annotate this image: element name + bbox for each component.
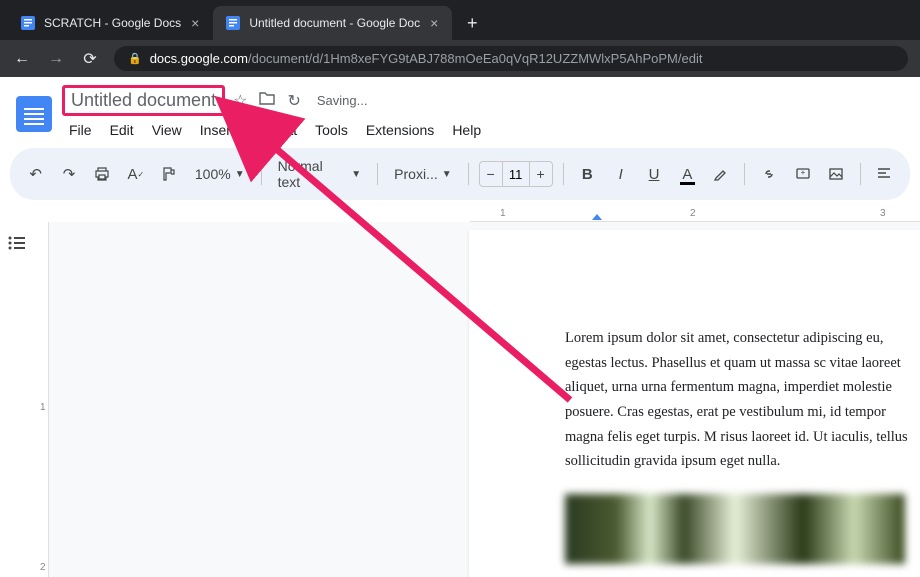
docs-favicon — [20, 15, 36, 31]
highlight-button[interactable] — [707, 160, 734, 188]
underline-button[interactable]: U — [640, 160, 667, 188]
ruler-tick: 2 — [690, 208, 696, 219]
url-input[interactable]: 🔒 docs.google.com/document/d/1Hm8xeFYG9t… — [114, 46, 908, 71]
saving-label: Saving... — [317, 93, 368, 108]
separator — [261, 163, 262, 185]
menu-tools[interactable]: Tools — [308, 118, 355, 142]
docs-logo[interactable] — [16, 96, 52, 132]
menu-extensions[interactable]: Extensions — [359, 118, 441, 142]
cloud-status-icon[interactable]: ↻ — [287, 91, 300, 111]
text-color-button[interactable]: A — [674, 160, 701, 188]
bold-button[interactable]: B — [574, 160, 601, 188]
zoom-select[interactable]: 100%▼ — [189, 162, 251, 186]
insert-image-button[interactable] — [822, 160, 849, 188]
forward-button[interactable]: → — [46, 50, 66, 68]
tab-title: SCRATCH - Google Docs — [44, 16, 181, 30]
back-button[interactable]: ← — [12, 50, 32, 68]
paint-format-button[interactable] — [156, 160, 183, 188]
docs-header: Untitled document ☆ ↻ Saving... File Edi… — [0, 77, 920, 142]
indent-marker[interactable] — [592, 214, 602, 220]
horizontal-ruler[interactable]: 1 2 3 — [470, 206, 920, 222]
font-size-group: − 11 + — [479, 161, 553, 187]
star-icon[interactable]: ☆ — [233, 91, 247, 111]
print-button[interactable] — [89, 160, 116, 188]
canvas[interactable]: 1 2 Lorem ipsum dolor sit amet, consecte… — [36, 222, 920, 577]
vertical-ruler[interactable]: 1 2 — [36, 222, 49, 577]
new-tab-button[interactable]: + — [458, 9, 486, 37]
lock-icon: 🔒 — [128, 52, 142, 65]
separator — [468, 163, 469, 185]
font-size-decrease[interactable]: − — [480, 162, 502, 186]
move-icon[interactable] — [259, 91, 275, 110]
spellcheck-button[interactable]: A✓ — [122, 160, 149, 188]
separator — [377, 163, 378, 185]
menu-edit[interactable]: Edit — [103, 118, 141, 142]
menu-view[interactable]: View — [145, 118, 189, 142]
url-host: docs.google.com — [150, 51, 248, 66]
separator — [744, 163, 745, 185]
chevron-down-icon: ▼ — [351, 169, 361, 180]
svg-text:+: + — [800, 168, 805, 177]
browser-chrome: SCRATCH - Google Docs × Untitled documen… — [0, 0, 920, 77]
font-size-input[interactable]: 11 — [502, 162, 530, 186]
tab-scratch[interactable]: SCRATCH - Google Docs × — [8, 6, 213, 40]
ruler-tick: 1 — [40, 402, 46, 413]
document-page[interactable]: Lorem ipsum dolor sit amet, consectetur … — [469, 230, 920, 577]
menu-help[interactable]: Help — [445, 118, 488, 142]
ruler-tick: 2 — [40, 562, 46, 573]
ruler-tick: 1 — [500, 208, 506, 219]
doc-title-input[interactable]: Untitled document — [62, 85, 225, 116]
reload-button[interactable]: ⟳ — [80, 49, 100, 69]
separator — [563, 163, 564, 185]
ruler-tick: 3 — [880, 208, 886, 219]
redo-button[interactable]: ↷ — [55, 160, 82, 188]
italic-button[interactable]: I — [607, 160, 634, 188]
chevron-down-icon: ▼ — [235, 169, 245, 180]
left-panel — [0, 222, 36, 577]
close-icon[interactable]: × — [189, 15, 201, 31]
separator — [860, 163, 861, 185]
font-size-increase[interactable]: + — [530, 162, 552, 186]
chevron-down-icon: ▼ — [442, 169, 452, 180]
url-path: /document/d/1Hm8xeFYG9tABJ788mOeEa0qVqR1… — [248, 51, 702, 66]
main-area: 1 2 Lorem ipsum dolor sit amet, consecte… — [0, 222, 920, 577]
menu-insert[interactable]: Insert — [193, 118, 242, 142]
font-select[interactable]: Proxi...▼ — [388, 162, 457, 186]
align-button[interactable] — [871, 160, 898, 188]
insert-link-button[interactable] — [755, 160, 782, 188]
tab-untitled[interactable]: Untitled document - Google Doc × — [213, 6, 452, 40]
toolbar: ↶ ↷ A✓ 100%▼ Normal text▼ Proxi...▼ − 11… — [10, 148, 910, 200]
add-comment-button[interactable]: + — [789, 160, 816, 188]
paragraph-style-select[interactable]: Normal text▼ — [272, 154, 368, 194]
close-icon[interactable]: × — [428, 15, 440, 31]
docs-favicon — [225, 15, 241, 31]
menu-bar: File Edit View Insert Format Tools Exten… — [62, 118, 488, 142]
address-bar: ← → ⟳ 🔒 docs.google.com/document/d/1Hm8x… — [0, 40, 920, 77]
body-text[interactable]: Lorem ipsum dolor sit amet, consectetur … — [565, 326, 920, 474]
menu-file[interactable]: File — [62, 118, 99, 142]
embedded-image[interactable] — [565, 494, 905, 564]
menu-format[interactable]: Format — [246, 118, 304, 142]
outline-toggle[interactable] — [8, 234, 26, 254]
tab-title: Untitled document - Google Doc — [249, 16, 420, 30]
undo-button[interactable]: ↶ — [22, 160, 49, 188]
tab-strip: SCRATCH - Google Docs × Untitled documen… — [0, 0, 920, 40]
